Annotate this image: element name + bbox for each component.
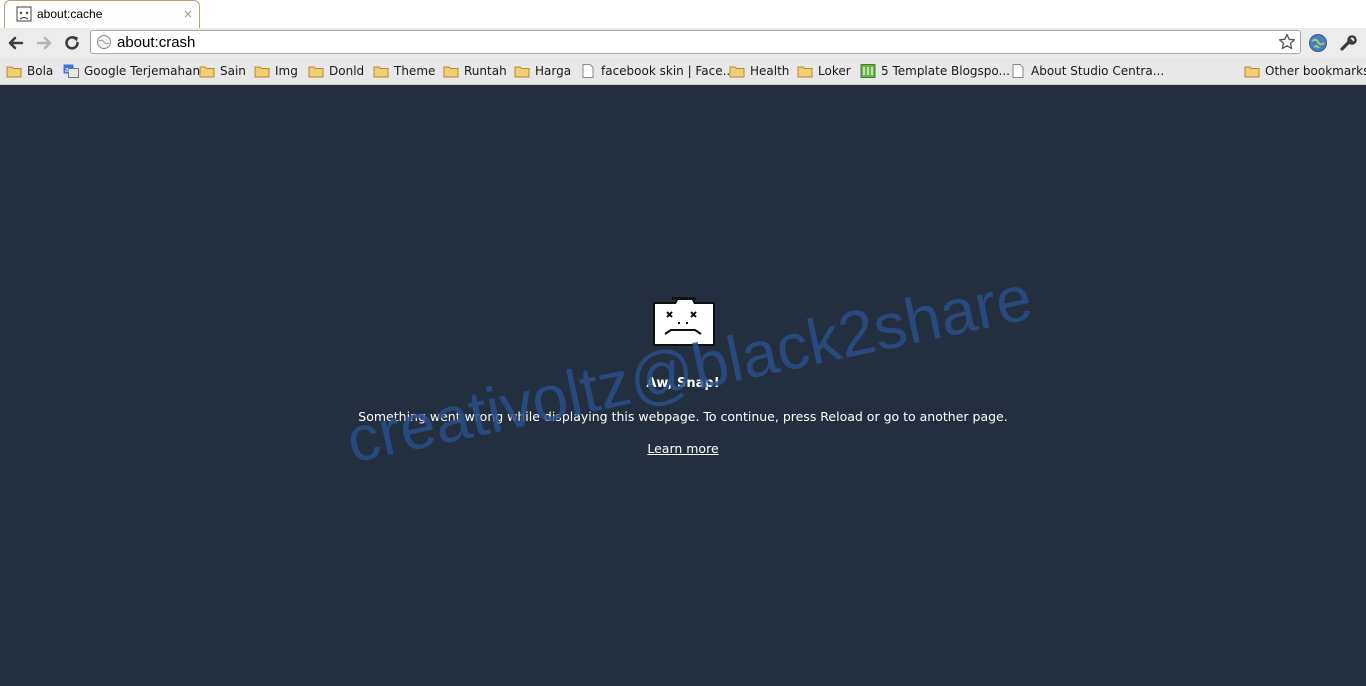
bookmark-label: Donld bbox=[329, 64, 365, 78]
folder-icon bbox=[199, 66, 215, 78]
bookmark-label: Sain bbox=[220, 64, 246, 78]
tab-strip: about:cache × bbox=[0, 0, 1366, 28]
bookmark-item[interactable]: Health bbox=[729, 62, 789, 80]
bookmark-item[interactable]: facebook skin | Face... bbox=[580, 62, 734, 80]
svg-text:a: a bbox=[65, 67, 69, 74]
other-bookmarks-label: Other bookmarks bbox=[1265, 64, 1366, 78]
bookmark-label: Theme bbox=[394, 64, 436, 78]
forward-arrow-icon[interactable] bbox=[33, 32, 55, 54]
wrench-icon[interactable] bbox=[1339, 33, 1359, 53]
bookmark-label: Health bbox=[750, 64, 790, 78]
bookmark-item[interactable]: Bola bbox=[6, 62, 53, 80]
learn-more-container: Learn more bbox=[0, 441, 1366, 456]
bookmark-label: About Studio Centra... bbox=[1031, 64, 1165, 78]
crash-page: Aw, Snap! Something went wrong while dis… bbox=[0, 85, 1366, 686]
page-icon bbox=[1012, 64, 1024, 78]
bookmarks-bar: Bola a Google Terjemahan Sain Img Donld … bbox=[0, 58, 1366, 85]
sad-tab-icon bbox=[653, 297, 715, 346]
folder-icon bbox=[797, 66, 813, 78]
folder-icon bbox=[6, 66, 22, 78]
bookmark-item[interactable]: Donld bbox=[308, 62, 364, 80]
learn-more-link[interactable]: Learn more bbox=[647, 441, 718, 456]
folder-icon bbox=[254, 66, 270, 78]
translate-icon: a bbox=[63, 64, 79, 78]
other-bookmarks[interactable]: Other bookmarks bbox=[1244, 62, 1366, 80]
back-arrow-icon[interactable] bbox=[5, 32, 27, 54]
folder-icon bbox=[1244, 66, 1260, 78]
site-icon bbox=[860, 64, 876, 78]
bookmark-item[interactable]: Img bbox=[254, 62, 298, 80]
folder-icon bbox=[443, 66, 459, 78]
page-info-icon[interactable] bbox=[96, 34, 112, 50]
bookmark-item[interactable]: Harga bbox=[514, 62, 571, 80]
bookmark-label: Harga bbox=[535, 64, 572, 78]
error-message: Something went wrong while displaying th… bbox=[358, 409, 1008, 424]
close-icon[interactable]: × bbox=[183, 7, 193, 21]
bookmark-label: Google Terjemahan bbox=[84, 64, 201, 78]
tab-about-cache[interactable]: about:cache × bbox=[4, 0, 200, 28]
error-title: Aw, Snap! bbox=[646, 376, 720, 391]
bookmark-item[interactable]: Runtah bbox=[443, 62, 507, 80]
bookmark-item[interactable]: About Studio Centra... bbox=[1010, 62, 1164, 80]
folder-icon bbox=[514, 66, 530, 78]
url-text[interactable]: about:crash bbox=[117, 34, 195, 51]
bookmark-item[interactable]: a Google Terjemahan bbox=[63, 62, 200, 80]
folder-icon bbox=[373, 66, 389, 78]
toolbar: about:crash bbox=[0, 28, 1366, 58]
bookmark-label: facebook skin | Face... bbox=[601, 64, 735, 78]
bookmark-label: Img bbox=[275, 64, 298, 78]
folder-icon bbox=[729, 66, 745, 78]
bookmark-item[interactable]: Theme bbox=[373, 62, 435, 80]
folder-icon bbox=[308, 66, 324, 78]
page-menu-globe-icon[interactable] bbox=[1308, 33, 1328, 53]
tab-title: about:cache bbox=[37, 7, 103, 21]
address-bar[interactable]: about:crash bbox=[90, 30, 1301, 54]
bookmark-item[interactable]: 5 Template Blogspo... bbox=[860, 62, 1010, 80]
bookmark-label: 5 Template Blogspo... bbox=[881, 64, 1010, 78]
bookmark-item[interactable]: Sain bbox=[199, 62, 246, 80]
sad-page-icon bbox=[16, 6, 32, 22]
bookmark-item[interactable]: Loker bbox=[797, 62, 851, 80]
bookmark-star-icon[interactable] bbox=[1278, 33, 1296, 51]
reload-icon[interactable] bbox=[61, 32, 83, 54]
bookmark-label: Bola bbox=[27, 64, 54, 78]
page-icon bbox=[582, 64, 594, 78]
bookmark-label: Runtah bbox=[464, 64, 507, 78]
bookmark-label: Loker bbox=[818, 64, 851, 78]
